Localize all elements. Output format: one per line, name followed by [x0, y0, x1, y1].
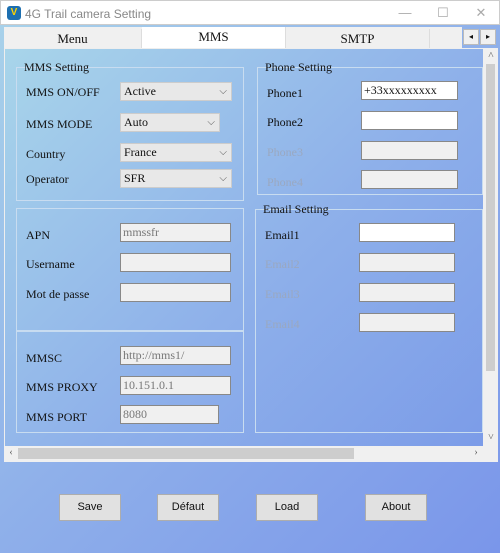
email2-label: Email2 — [265, 257, 300, 271]
phone2-label: Phone2 — [267, 115, 303, 129]
mms-mode-value: Auto — [124, 115, 148, 129]
tab-smtp[interactable]: SMTP — [286, 29, 430, 48]
apn-label: APN — [26, 228, 51, 242]
mms-mode-select[interactable]: Auto ⌵ — [120, 113, 220, 132]
country-value: France — [124, 145, 157, 159]
username-input[interactable] — [120, 253, 231, 272]
email4-label: Email4 — [265, 317, 300, 331]
horizontal-scroll-thumb[interactable] — [18, 448, 354, 459]
close-button[interactable]: ✕ — [469, 4, 493, 22]
password-input[interactable] — [120, 283, 231, 302]
operator-value: SFR — [124, 171, 146, 185]
mmsc-input[interactable]: http://mms1/ — [120, 346, 231, 365]
email2-input — [359, 253, 455, 272]
mmsc-label: MMSC — [26, 351, 63, 365]
chevron-down-icon: ⌵ — [207, 117, 215, 128]
default-button[interactable]: Défaut — [157, 494, 219, 521]
tab-scroll-left-button[interactable]: ◂ — [463, 29, 479, 45]
phone1-label: Phone1 — [267, 86, 303, 100]
chevron-down-icon: ⌵ — [219, 173, 227, 184]
phone-setting-legend: Phone Setting — [265, 60, 333, 74]
apn-input[interactable]: mmssfr — [120, 223, 231, 242]
chevron-down-icon: ⌵ — [219, 147, 227, 158]
load-button[interactable]: Load — [256, 494, 318, 521]
vertical-scroll-thumb[interactable] — [486, 64, 495, 371]
email3-label: Email3 — [265, 287, 300, 301]
maximize-button[interactable]: ☐ — [431, 4, 455, 22]
mms-on-off-value: Active — [124, 84, 156, 98]
tab-scroll-right-button[interactable]: ▸ — [480, 29, 496, 45]
mms-port-label: MMS PORT — [26, 410, 87, 424]
scroll-left-icon[interactable]: ‹ — [5, 447, 17, 458]
mms-mode-label: MMS MODE — [26, 117, 93, 131]
chevron-down-icon: ⌵ — [219, 86, 227, 97]
phone4-label: Phone4 — [267, 175, 303, 189]
email4-input — [359, 313, 455, 332]
password-label: Mot de passe — [26, 287, 90, 301]
phone2-input[interactable] — [361, 111, 458, 130]
phone3-label: Phone3 — [267, 145, 303, 159]
title-bar: V 4G Trail camera Setting — ☐ ✕ — [0, 0, 500, 25]
username-label: Username — [26, 257, 75, 271]
scroll-right-icon[interactable]: › — [470, 447, 482, 458]
window-title: 4G Trail camera Setting — [25, 7, 152, 21]
email3-input — [359, 283, 455, 302]
minimize-button[interactable]: — — [393, 4, 417, 22]
phone3-input — [361, 141, 458, 160]
mms-port-input[interactable]: 8080 — [120, 405, 219, 424]
tab-mms[interactable]: MMS — [142, 27, 286, 49]
operator-select[interactable]: SFR ⌵ — [120, 169, 232, 188]
country-select[interactable]: France ⌵ — [120, 143, 232, 162]
tab-menu[interactable]: Menu — [4, 29, 142, 48]
save-button[interactable]: Save — [59, 494, 121, 521]
app-icon: V — [7, 6, 21, 20]
about-button[interactable]: About — [365, 494, 427, 521]
scroll-down-icon[interactable]: ˅ — [485, 432, 497, 443]
mms-proxy-input[interactable]: 10.151.0.1 — [120, 376, 231, 395]
mms-on-off-select[interactable]: Active ⌵ — [120, 82, 232, 101]
mms-on-off-label: MMS ON/OFF — [26, 85, 100, 99]
country-label: Country — [26, 147, 66, 161]
scroll-up-icon[interactable]: ˄ — [485, 50, 497, 61]
mms-proxy-label: MMS PROXY — [26, 380, 98, 394]
mms-setting-legend: MMS Setting — [24, 60, 90, 74]
email1-label: Email1 — [265, 228, 300, 242]
operator-label: Operator — [26, 172, 69, 186]
phone1-input[interactable]: +33xxxxxxxxx — [361, 81, 458, 100]
email1-input[interactable] — [359, 223, 455, 242]
email-setting-legend: Email Setting — [263, 202, 329, 216]
phone4-input — [361, 170, 458, 189]
